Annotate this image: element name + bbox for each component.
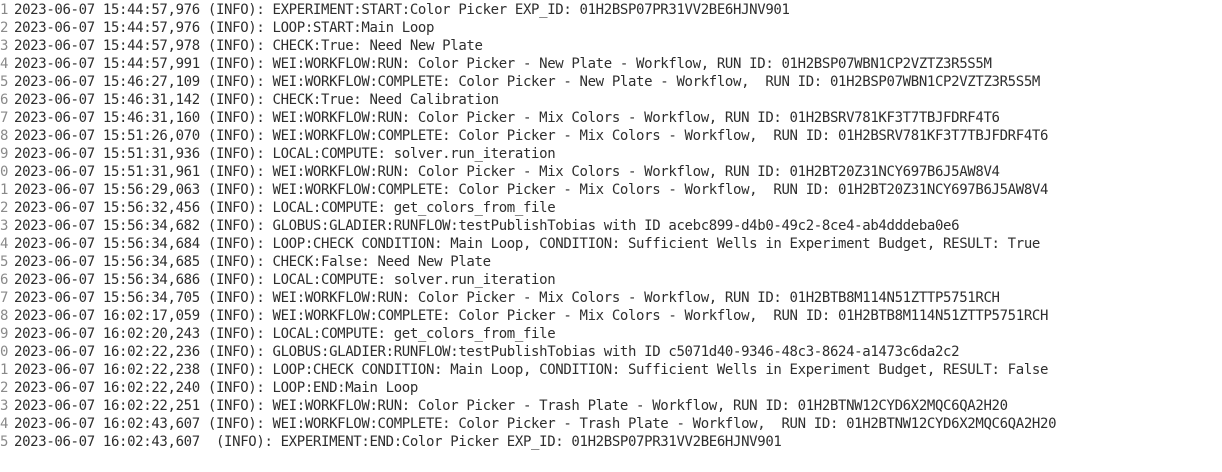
- log-line-text: 2023-06-07 15:44:57,976 (INFO): LOOP:STA…: [14, 20, 435, 36]
- line-number: 1: [0, 362, 9, 378]
- log-line-text: 2023-06-07 15:51:31,936 (INFO): LOCAL:CO…: [14, 146, 556, 162]
- log-line[interactable]: 8 2023-06-07 16:02:17,059 (INFO): WEI:WO…: [0, 307, 1056, 325]
- log-line-text: 2023-06-07 15:56:34,705 (INFO): WEI:WORK…: [14, 290, 1000, 306]
- line-number: 5: [0, 434, 9, 450]
- log-line[interactable]: 2 2023-06-07 15:44:57,976 (INFO): LOOP:S…: [0, 19, 1056, 37]
- log-line-text: 2023-06-07 15:51:31,961 (INFO): WEI:WORK…: [14, 164, 1000, 180]
- log-line-text: 2023-06-07 15:56:34,684 (INFO): LOOP:CHE…: [14, 236, 1040, 252]
- log-line[interactable]: 7 2023-06-07 15:46:31,160 (INFO): WEI:WO…: [0, 109, 1056, 127]
- log-line-text: 2023-06-07 15:44:57,976 (INFO): EXPERIME…: [14, 2, 790, 18]
- log-line[interactable]: 2 2023-06-07 16:02:22,240 (INFO): LOOP:E…: [0, 379, 1056, 397]
- line-number: 3: [0, 218, 9, 234]
- line-number: 4: [0, 236, 9, 252]
- log-line[interactable]: 1 2023-06-07 15:44:57,976 (INFO): EXPERI…: [0, 1, 1056, 19]
- line-number: 4: [0, 56, 9, 72]
- log-line-text: 2023-06-07 16:02:22,236 (INFO): GLOBUS:G…: [14, 344, 960, 360]
- log-line[interactable]: 0 2023-06-07 16:02:22,236 (INFO): GLOBUS…: [0, 343, 1056, 361]
- log-line[interactable]: 3 2023-06-07 16:02:22,251 (INFO): WEI:WO…: [0, 397, 1056, 415]
- log-line-text: 2023-06-07 15:56:34,686 (INFO): LOCAL:CO…: [14, 272, 556, 288]
- line-number: 2: [0, 200, 9, 216]
- log-text-view[interactable]: 1 2023-06-07 15:44:57,976 (INFO): EXPERI…: [0, 0, 1222, 472]
- log-line-text: 2023-06-07 15:56:34,682 (INFO): GLOBUS:G…: [14, 218, 960, 234]
- line-number: 3: [0, 38, 9, 54]
- line-number: 0: [0, 164, 9, 180]
- line-number: 9: [0, 146, 9, 162]
- line-number: 5: [0, 74, 9, 90]
- log-line-text: 2023-06-07 16:02:22,251 (INFO): WEI:WORK…: [14, 398, 1008, 414]
- log-line-text: 2023-06-07 16:02:43,607 (INFO): WEI:WORK…: [14, 416, 1057, 432]
- log-line[interactable]: 6 2023-06-07 15:46:31,142 (INFO): CHECK:…: [0, 91, 1056, 109]
- line-number: 1: [0, 182, 9, 198]
- log-line[interactable]: 4 2023-06-07 16:02:43,607 (INFO): WEI:WO…: [0, 415, 1057, 433]
- editor-bottom-edge: [0, 456, 1222, 458]
- line-number: 9: [0, 326, 9, 342]
- log-line[interactable]: 0 2023-06-07 15:51:31,961 (INFO): WEI:WO…: [0, 163, 1056, 181]
- log-line-text: 2023-06-07 15:56:29,063 (INFO): WEI:WORK…: [14, 182, 1049, 198]
- log-lines: 1 2023-06-07 15:44:57,976 (INFO): EXPERI…: [0, 1, 1057, 451]
- log-line-text: 2023-06-07 15:56:34,685 (INFO): CHECK:Fa…: [14, 254, 491, 270]
- line-number: 7: [0, 110, 9, 126]
- log-line-text: 2023-06-07 16:02:43,607 (INFO): EXPERIME…: [14, 434, 782, 450]
- log-line-text: 2023-06-07 15:56:32,456 (INFO): LOCAL:CO…: [14, 200, 556, 216]
- log-line[interactable]: 6 2023-06-07 15:56:34,686 (INFO): LOCAL:…: [0, 271, 1056, 289]
- log-line[interactable]: 7 2023-06-07 15:56:34,705 (INFO): WEI:WO…: [0, 289, 1056, 307]
- log-line[interactable]: 5 2023-06-07 16:02:43,607 (INFO): EXPERI…: [0, 433, 1056, 451]
- log-line[interactable]: 1 2023-06-07 15:56:29,063 (INFO): WEI:WO…: [0, 181, 1056, 199]
- log-line[interactable]: 8 2023-06-07 15:51:26,070 (INFO): WEI:WO…: [0, 127, 1056, 145]
- line-number: 8: [0, 128, 9, 144]
- line-number: 0: [0, 344, 9, 360]
- log-line[interactable]: 1 2023-06-07 16:02:22,238 (INFO): LOOP:C…: [0, 361, 1056, 379]
- log-line[interactable]: 5 2023-06-07 15:46:27,109 (INFO): WEI:WO…: [0, 73, 1056, 91]
- log-line-text: 2023-06-07 16:02:20,243 (INFO): LOCAL:CO…: [14, 326, 556, 342]
- line-number: 3: [0, 398, 9, 414]
- log-line[interactable]: 4 2023-06-07 15:56:34,684 (INFO): LOOP:C…: [0, 235, 1056, 253]
- log-line-text: 2023-06-07 15:44:57,991 (INFO): WEI:WORK…: [14, 56, 992, 72]
- log-line[interactable]: 4 2023-06-07 15:44:57,991 (INFO): WEI:WO…: [0, 55, 1056, 73]
- line-number: 8: [0, 308, 9, 324]
- line-number: 2: [0, 20, 9, 36]
- line-number: 5: [0, 254, 9, 270]
- log-line[interactable]: 3 2023-06-07 15:56:34,682 (INFO): GLOBUS…: [0, 217, 1056, 235]
- log-line-text: 2023-06-07 15:46:27,109 (INFO): WEI:WORK…: [14, 74, 1040, 90]
- line-number: 6: [0, 272, 9, 288]
- log-line-text: 2023-06-07 15:51:26,070 (INFO): WEI:WORK…: [14, 128, 1049, 144]
- log-line[interactable]: 2 2023-06-07 15:56:32,456 (INFO): LOCAL:…: [0, 199, 1056, 217]
- log-line[interactable]: 5 2023-06-07 15:56:34,685 (INFO): CHECK:…: [0, 253, 1056, 271]
- log-line[interactable]: 3 2023-06-07 15:44:57,978 (INFO): CHECK:…: [0, 37, 1056, 55]
- log-line-text: 2023-06-07 16:02:22,238 (INFO): LOOP:CHE…: [14, 362, 1049, 378]
- log-line-text: 2023-06-07 15:44:57,978 (INFO): CHECK:Tr…: [14, 38, 483, 54]
- line-number: 7: [0, 290, 9, 306]
- line-number: 6: [0, 92, 9, 108]
- line-number: 4: [0, 416, 9, 432]
- line-number: 2: [0, 380, 9, 396]
- log-line-text: 2023-06-07 15:46:31,160 (INFO): WEI:WORK…: [14, 110, 1000, 126]
- log-line-text: 2023-06-07 15:46:31,142 (INFO): CHECK:Tr…: [14, 92, 499, 108]
- log-line[interactable]: 9 2023-06-07 15:51:31,936 (INFO): LOCAL:…: [0, 145, 1056, 163]
- log-line-text: 2023-06-07 16:02:22,240 (INFO): LOOP:END…: [14, 380, 418, 396]
- log-line-text: 2023-06-07 16:02:17,059 (INFO): WEI:WORK…: [14, 308, 1049, 324]
- line-number: 1: [0, 2, 9, 18]
- log-line[interactable]: 9 2023-06-07 16:02:20,243 (INFO): LOCAL:…: [0, 325, 1056, 343]
